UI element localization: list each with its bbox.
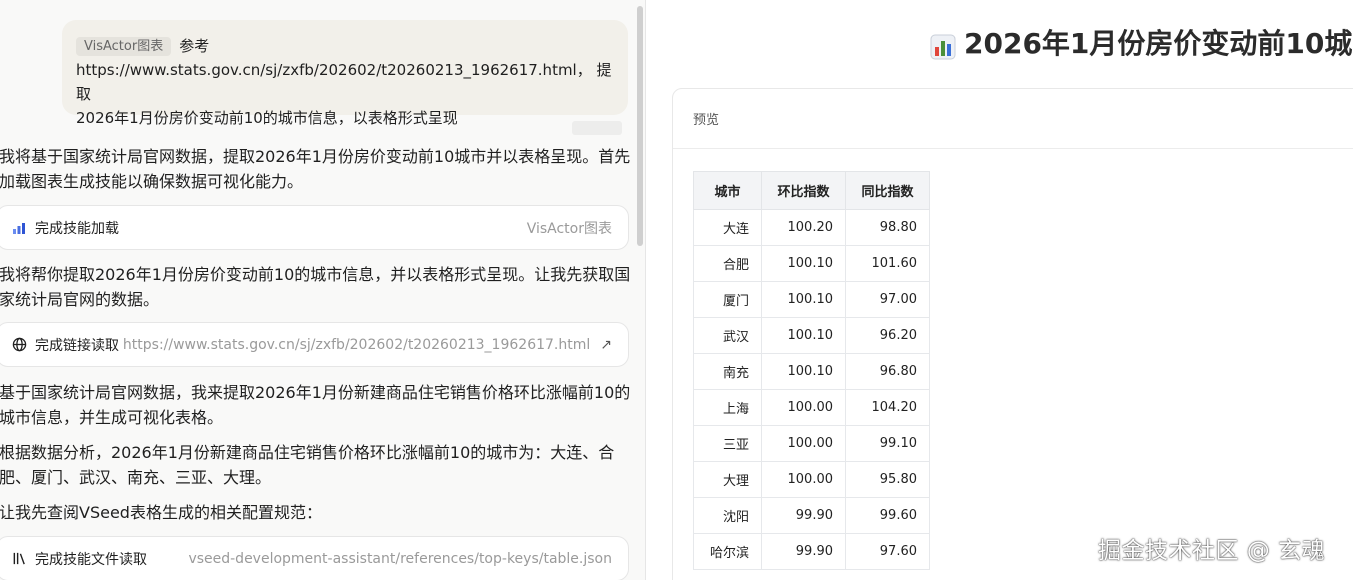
user-message-text: https://www.stats.gov.cn/sj/zxfb/202602/… [76,61,612,127]
tool-card-skill-load[interactable]: 完成技能加载 VisActor图表 [0,205,629,250]
artifact-title: 2026年1月份房价变动前10城市 [930,24,1353,64]
cell-yoy-index: 99.60 [845,497,930,534]
preview-label: 预览 [693,113,720,128]
table-row[interactable]: 大理 100.00 95.80 [693,461,930,498]
cell-city: 大连 [693,209,762,246]
watermark: 掘金技术社区 @ 玄魂 [1098,538,1326,564]
cell-city: 合肥 [693,245,762,282]
column-header-mom[interactable]: 环比指数 [761,171,846,210]
chat-scroll-thumb[interactable] [637,6,643,246]
skill-chart-icon [11,220,27,236]
tool-card-label: 完成链接读取 [35,337,119,354]
tool-card-file-read[interactable]: 完成技能文件读取 vseed-development-assistant/ref… [0,536,629,580]
tool-card-meta: vseed-development-assistant/references/t… [188,550,612,567]
column-header-yoy[interactable]: 同比指数 [845,171,930,210]
preview-card: 预览 城市 环比指数 同比指数 大连 100.20 98.80 合肥 100.10 101… [672,88,1353,580]
cell-yoy-index: 96.20 [845,317,930,354]
table-header-row: 城市 环比指数 同比指数 [693,171,930,210]
cell-city: 沈阳 [693,497,762,534]
cell-mom-index: 100.10 [761,281,846,318]
message-actions[interactable] [572,121,622,135]
cell-city: 武汉 [693,317,762,354]
bar-chart-icon [930,31,956,60]
cell-mom-index: 100.00 [761,461,846,498]
library-icon [11,551,27,567]
cell-mom-index: 100.10 [761,353,846,390]
cell-city: 厦门 [693,281,762,318]
table-row[interactable]: 上海 100.00 104.20 [693,389,930,426]
table-row[interactable]: 合肥 100.10 101.60 [693,245,930,282]
cell-city: 三亚 [693,425,762,462]
app-root: VisActor图表 参考 https://www.stats.gov.cn/s… [0,0,1353,580]
tool-card-meta: https://www.stats.gov.cn/sj/zxfb/202602/… [122,336,591,353]
table-row[interactable]: 厦门 100.10 97.00 [693,281,930,318]
cell-mom-index: 100.10 [761,317,846,354]
table-row[interactable]: 哈尔滨 99.90 97.60 [693,533,930,570]
cell-yoy-index: 95.80 [845,461,930,498]
chat-pane: VisActor图表 参考 https://www.stats.gov.cn/s… [0,0,645,580]
table-row[interactable]: 沈阳 99.90 99.60 [693,497,930,534]
column-header-city[interactable]: 城市 [693,171,762,210]
table-body: 大连 100.20 98.80 合肥 100.10 101.60 厦门 100.10 97.00… [693,209,930,570]
chat-scrollbar[interactable] [636,0,644,580]
data-table: 城市 环比指数 同比指数 大连 100.20 98.80 合肥 100.10 101.60… [693,171,930,570]
cell-city: 哈尔滨 [693,533,762,570]
table-row[interactable]: 武汉 100.10 96.20 [693,317,930,354]
cell-city: 大理 [693,461,762,498]
skill-chip[interactable]: VisActor图表 [76,36,172,56]
cell-mom-index: 100.00 [761,425,846,462]
user-message-lead: 参考 [179,37,210,55]
assistant-paragraph-1: 我将基于国家统计局官网数据，提取2026年1月份房价变动前10城市并以表格呈现。… [0,147,631,191]
cell-yoy-index: 104.20 [845,389,930,426]
cell-mom-index: 100.20 [761,209,846,246]
assistant-paragraph-5: 让我先查阅VSeed表格生成的相关配置规范： [0,503,322,522]
table-row[interactable]: 大连 100.20 98.80 [693,209,930,246]
external-link-icon[interactable]: ↗ [600,337,612,353]
cell-yoy-index: 98.80 [845,209,930,246]
artifact-title-text: 2026年1月份房价变动前10城市 [964,27,1353,60]
assistant-paragraph-4: 根据数据分析，2026年1月份新建商品住宅销售价格环比涨幅前10的城市为：大连、… [0,443,615,487]
preview-tab[interactable]: 预览 [673,89,1353,149]
globe-icon [11,337,27,353]
cell-yoy-index: 96.80 [845,353,930,390]
cell-mom-index: 99.90 [761,497,846,534]
cell-mom-index: 100.00 [761,389,846,426]
artifact-pane: 2026年1月份房价变动前10城市 预览 城市 环比指数 同比指数 大连 100.… [646,0,1353,580]
cell-city: 上海 [693,389,762,426]
tool-card-link-read[interactable]: 完成链接读取 https://www.stats.gov.cn/sj/zxfb/… [0,322,629,367]
user-message-bubble: VisActor图表 参考 https://www.stats.gov.cn/s… [62,20,628,127]
cell-yoy-index: 99.10 [845,425,930,462]
table-row[interactable]: 三亚 100.00 99.10 [693,425,930,462]
tool-card-label: 完成技能加载 [35,220,119,237]
assistant-paragraph-2: 我将帮你提取2026年1月份房价变动前10的城市信息，并以表格形式呈现。让我先获… [0,265,631,309]
table-row[interactable]: 南充 100.10 96.80 [693,353,930,390]
cell-yoy-index: 97.00 [845,281,930,318]
tool-card-label: 完成技能文件读取 [35,551,147,568]
cell-yoy-index: 97.60 [845,533,930,570]
cell-mom-index: 99.90 [761,533,846,570]
tool-card-meta: VisActor图表 [526,220,612,237]
cell-yoy-index: 101.60 [845,245,930,282]
cell-city: 南充 [693,353,762,390]
assistant-paragraph-3: 基于国家统计局官网数据，我来提取2026年1月份新建商品住宅销售价格环比涨幅前1… [0,383,631,427]
cell-mom-index: 100.10 [761,245,846,282]
